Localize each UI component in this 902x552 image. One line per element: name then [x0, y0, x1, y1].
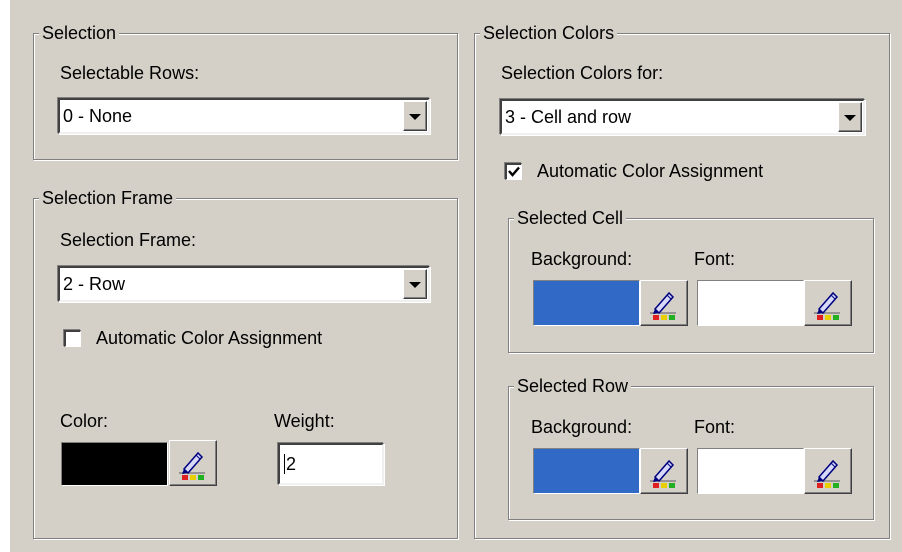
- row-background-picker-button[interactable]: [640, 448, 688, 494]
- frame-weight-label: Weight:: [274, 411, 335, 431]
- frame-color-swatch[interactable]: [61, 442, 168, 486]
- selection-frame-dropdown[interactable]: 2 - Row: [58, 266, 430, 302]
- selected-row-group-title: Selected Row: [514, 374, 632, 398]
- selection-frame-label: Selection Frame:: [60, 230, 197, 250]
- cell-background-picker-button[interactable]: [640, 280, 688, 326]
- left-edge: [0, 0, 10, 552]
- selection-colors-group-title: Selection Colors: [480, 21, 618, 45]
- frame-auto-color-label: Automatic Color Assignment: [96, 328, 323, 348]
- check-icon: [508, 166, 520, 177]
- colors-auto-color-checkbox[interactable]: [505, 163, 522, 180]
- selection-frame-value: 2 - Row: [63, 273, 126, 294]
- cell-font-picker-button[interactable]: [804, 280, 852, 326]
- selected-row-group: Selected Row Background: Font:: [508, 374, 874, 520]
- pencil-palette-icon: [176, 447, 210, 481]
- selection-group-title: Selection: [39, 21, 120, 45]
- frame-weight-input[interactable]: 2: [278, 443, 384, 485]
- pencil-palette-icon: [811, 287, 845, 321]
- row-background-label: Background:: [531, 417, 633, 437]
- selection-colors-for-dropdown[interactable]: 3 - Cell and row: [500, 99, 865, 135]
- selected-cell-group-title: Selected Cell: [514, 206, 627, 230]
- frame-auto-color-checkbox[interactable]: [64, 330, 81, 347]
- row-font-swatch[interactable]: [697, 448, 804, 494]
- selection-group: Selection Selectable Rows: 0 - None: [33, 21, 458, 160]
- cell-font-swatch[interactable]: [697, 280, 804, 326]
- pencil-palette-icon: [811, 455, 845, 489]
- frame-weight-value: 2: [286, 453, 297, 474]
- row-background-swatch[interactable]: [533, 448, 640, 494]
- cell-background-label: Background:: [531, 249, 633, 269]
- selection-frame-group: Selection Frame Selection Frame: 2 - Row…: [33, 186, 458, 539]
- pencil-palette-icon: [647, 287, 681, 321]
- selection-colors-for-label: Selection Colors for:: [501, 63, 664, 83]
- pencil-palette-icon: [647, 455, 681, 489]
- chevron-down-icon[interactable]: [838, 102, 862, 132]
- chevron-down-icon[interactable]: [403, 269, 427, 299]
- selected-cell-group: Selected Cell Background: Font:: [508, 206, 874, 353]
- selection-frame-group-title: Selection Frame: [39, 186, 177, 210]
- colors-auto-color-label: Automatic Color Assignment: [537, 161, 764, 181]
- cell-background-swatch[interactable]: [533, 280, 640, 326]
- selection-colors-group: Selection Colors Selection Colors for: 3…: [474, 21, 890, 539]
- row-font-label: Font:: [694, 417, 736, 437]
- selection-colors-for-value: 3 - Cell and row: [505, 106, 632, 127]
- selectable-rows-value: 0 - None: [63, 105, 133, 126]
- chevron-down-icon[interactable]: [403, 101, 427, 131]
- frame-color-picker-button[interactable]: [169, 440, 217, 486]
- selectable-rows-label: Selectable Rows:: [60, 63, 200, 83]
- frame-color-label: Color:: [60, 411, 109, 431]
- selectable-rows-dropdown[interactable]: 0 - None: [58, 98, 430, 134]
- row-font-picker-button[interactable]: [804, 448, 852, 494]
- cell-font-label: Font:: [694, 249, 736, 269]
